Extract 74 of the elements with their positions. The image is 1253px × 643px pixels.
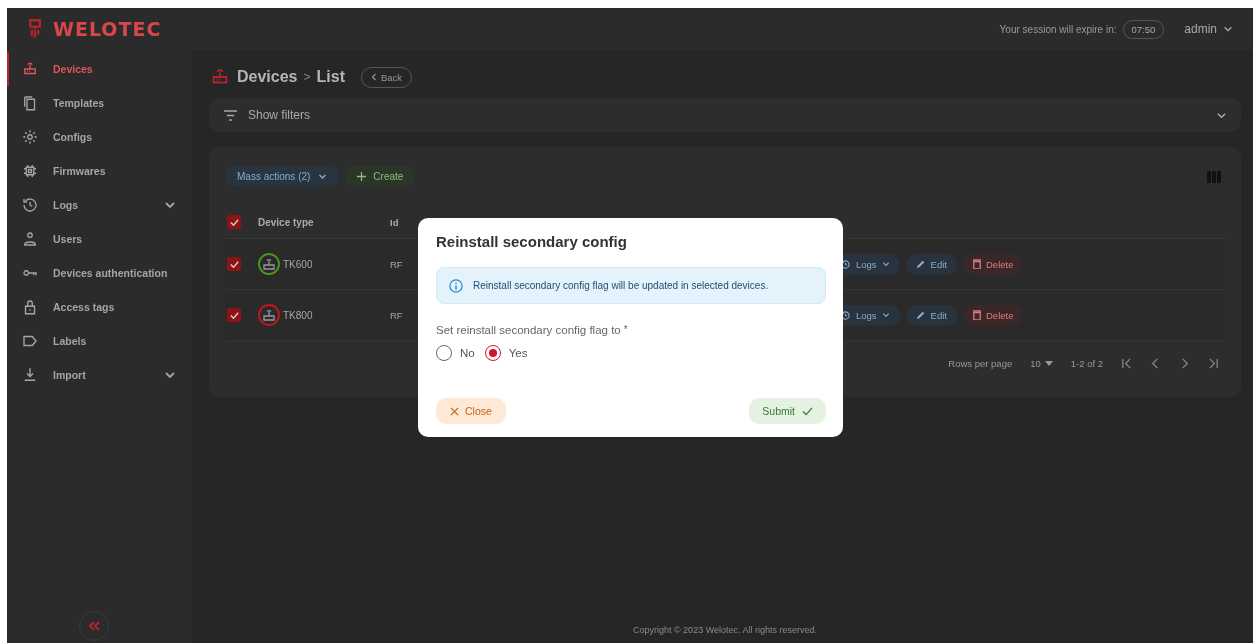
info-icon	[449, 278, 463, 293]
table-cell: TK800	[283, 309, 313, 321]
history-icon	[840, 258, 851, 270]
info-message: Reinstall secondary config flag will be updated in selected devices.	[473, 280, 769, 291]
sidebar-item[interactable]: Templates	[7, 86, 192, 120]
history-icon	[21, 196, 39, 214]
page-title: Devices	[237, 68, 298, 86]
rows-per-page-label: Rows per page	[948, 357, 1013, 369]
row-checkbox[interactable]	[227, 308, 241, 322]
filters-bar[interactable]: Show filters	[209, 98, 1241, 132]
row-checkbox[interactable]	[227, 257, 241, 271]
close-button[interactable]: Close	[436, 398, 506, 424]
row-action-button[interactable]: Delete	[963, 304, 1024, 326]
pencil-icon	[915, 310, 926, 320]
column-header[interactable]: Device type	[258, 216, 390, 228]
radio-label: Yes	[508, 347, 528, 359]
chevron-down-icon	[318, 172, 328, 181]
copyright-text: Copyright © 2023 Welotec. All rights reserved.	[631, 625, 819, 637]
logo-icon	[27, 18, 43, 40]
radio-option[interactable]: Yes	[484, 345, 528, 361]
user-menu[interactable]: admin	[1178, 21, 1239, 37]
radio-option[interactable]: No	[436, 345, 475, 361]
caret-down-icon	[1044, 360, 1053, 366]
sidebar-item[interactable]: Devices	[7, 52, 192, 86]
sidebar-item[interactable]: Access tags	[7, 290, 192, 324]
submit-button[interactable]: Submit	[749, 398, 826, 424]
table-cell-text: RF	[390, 258, 404, 270]
double-chevron-left-icon	[86, 620, 101, 632]
page-range: 1-2 of 2	[1070, 357, 1103, 369]
page-subtitle: List	[316, 68, 345, 86]
rows-per-page-select[interactable]: 10	[1030, 357, 1053, 369]
breadcrumb-separator: >	[303, 70, 311, 84]
sidebar-item[interactable]: Devices authentication	[7, 256, 192, 290]
plus-icon	[357, 172, 367, 181]
table-cell-text: RF	[390, 309, 404, 321]
chevron-down-icon	[164, 369, 176, 381]
last-page-icon[interactable]	[1208, 357, 1219, 369]
select-all-checkbox[interactable]	[227, 215, 241, 229]
row-action-button[interactable]: Edit	[905, 253, 957, 275]
chip-icon	[21, 162, 39, 180]
session-label: Your session will expire in:	[999, 23, 1117, 35]
row-action-button[interactable]: Edit	[905, 304, 957, 326]
radio-label: No	[460, 347, 475, 359]
table-cell: TK600	[283, 258, 313, 270]
person-icon	[21, 230, 39, 248]
sidebar-item[interactable]: Firmwares	[7, 154, 192, 188]
sidebar-item[interactable]: Configs	[7, 120, 192, 154]
create-button[interactable]: Create	[345, 166, 416, 187]
sidebar-item[interactable]: Labels	[7, 324, 192, 358]
history-icon	[840, 309, 851, 321]
pencil-icon	[915, 259, 926, 269]
first-page-icon[interactable]	[1121, 357, 1132, 369]
logo-text: WELOTEC	[53, 18, 162, 40]
chevron-down-icon	[881, 260, 890, 268]
chevron-left-icon	[370, 73, 377, 81]
mass-actions-button[interactable]: Mass actions (2)	[225, 166, 340, 187]
sidebar-item[interactable]: Import	[7, 358, 192, 392]
dialog-title: Reinstall secondary config	[436, 232, 628, 252]
check-icon	[802, 406, 813, 416]
trash-icon	[973, 310, 981, 320]
next-page-icon[interactable]	[1179, 357, 1190, 369]
row-action-button[interactable]: Delete	[963, 253, 1024, 275]
previous-page-icon[interactable]	[1150, 357, 1161, 369]
field-label: Set reinstall secondary config flag to	[436, 324, 621, 336]
chevron-down-icon	[881, 311, 890, 319]
chevron-down-icon	[164, 199, 176, 211]
trash-icon	[973, 259, 981, 269]
sidebar-item[interactable]: Users	[7, 222, 192, 256]
gear-icon	[21, 128, 39, 146]
sidebar-item[interactable]: Logs	[7, 188, 192, 222]
required-mark: *	[623, 324, 628, 336]
close-icon	[450, 406, 459, 416]
chevron-down-icon	[1223, 24, 1233, 34]
filter-icon	[223, 109, 238, 121]
